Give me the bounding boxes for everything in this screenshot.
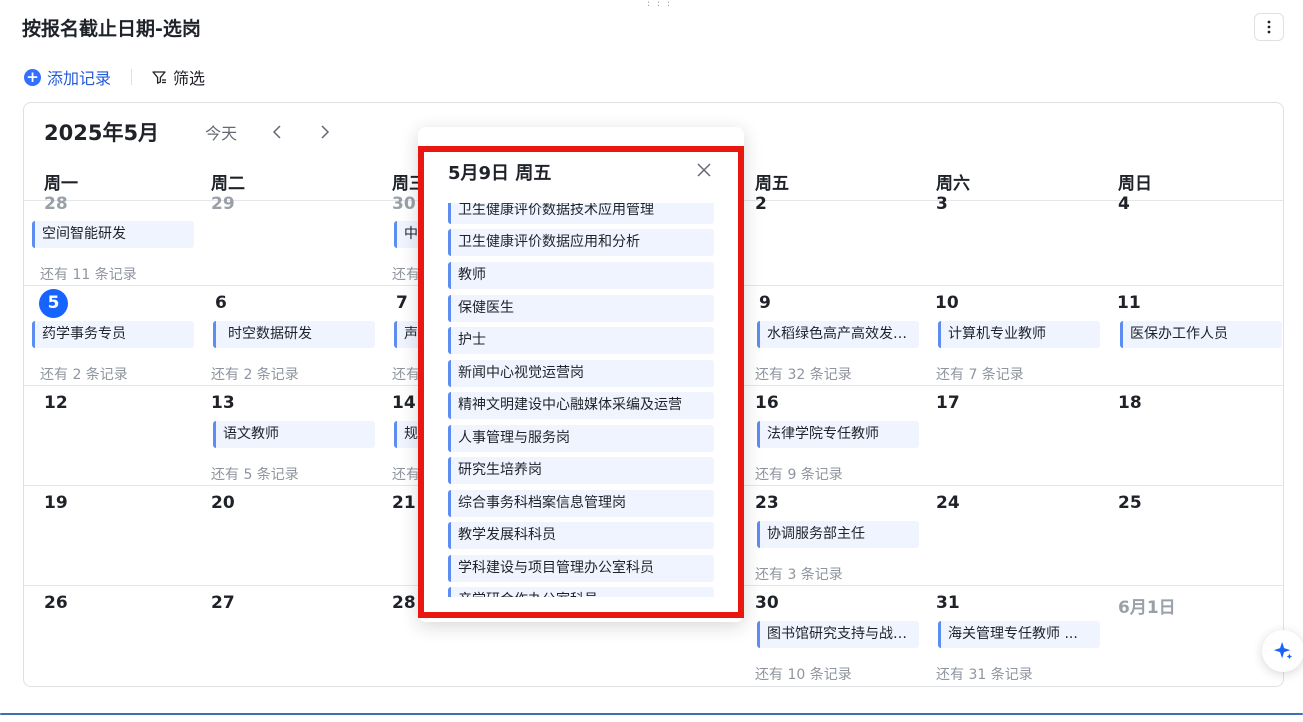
calendar-header: 2025年5月 今天 [44, 117, 335, 147]
event-item[interactable]: 计算机专业教师 [938, 321, 1100, 348]
day-number[interactable]: 10 [935, 293, 959, 313]
day-number[interactable]: 14 [392, 393, 416, 413]
event-item[interactable]: 药学事务专员 [32, 321, 194, 348]
day-number[interactable]: 20 [211, 493, 235, 513]
day-number[interactable]: 3 [936, 194, 948, 214]
popup-event-item[interactable]: 教师 [448, 262, 714, 289]
more-records-link[interactable]: 还有 32 条记录 [755, 364, 852, 384]
day-number[interactable]: 30 [755, 593, 779, 613]
plus-circle-icon: + [24, 68, 41, 86]
more-records-link[interactable]: 还有 10 条记录 [755, 664, 852, 684]
chevron-right-icon [321, 125, 330, 139]
popup-title: 5月9日 周五 [448, 163, 552, 184]
close-icon [697, 163, 711, 177]
view-title: 按报名截止日期-选岗 [22, 18, 201, 40]
day-number[interactable]: 18 [1118, 393, 1142, 413]
day-number[interactable]: 19 [44, 493, 68, 513]
popup-event-item[interactable]: 人事管理与服务岗 [448, 425, 714, 452]
popup-event-item[interactable]: 研究生培养岗 [448, 457, 714, 484]
add-record-button[interactable]: + 添加记录 [24, 65, 111, 89]
day-detail-popup: 5月9日 周五 卫生健康评价数据技术应用管理 卫生健康评价数据应用和分析 教师 … [418, 127, 744, 622]
next-month-button[interactable] [315, 122, 335, 142]
popup-event-list[interactable]: 卫生健康评价数据技术应用管理 卫生健康评价数据应用和分析 教师 保健医生 护士 … [448, 203, 714, 597]
day-number[interactable]: 21 [392, 493, 416, 513]
toolbar: + 添加记录 筛选 [24, 64, 205, 90]
day-number[interactable]: 13 [211, 393, 235, 413]
event-item[interactable]: 医保办工作人员 [1120, 321, 1282, 348]
sparkle-icon [1273, 641, 1293, 660]
more-records-link[interactable]: 还有 3 条记录 [755, 564, 843, 584]
popup-event-item[interactable]: 学科建设与项目管理办公室科员 [448, 555, 714, 582]
more-records-link[interactable]: 还有 11 条记录 [40, 264, 137, 284]
day-number[interactable]: 6 [215, 293, 227, 313]
more-records-link[interactable]: 还有 7 条记录 [936, 364, 1024, 384]
weekday-fri: 周五 [755, 174, 789, 194]
event-item[interactable]: 时空数据研发 [213, 321, 375, 348]
ai-assistant-button[interactable] [1262, 630, 1303, 672]
more-records-link[interactable]: 还有 5 条记录 [211, 464, 299, 484]
day-number-today[interactable]: 5 [39, 289, 68, 318]
month-label: 2025年5月 [44, 121, 160, 145]
popup-event-item[interactable]: 卫生健康评价数据应用和分析 [448, 229, 714, 256]
day-number[interactable]: 17 [936, 393, 960, 413]
more-records-link[interactable]: 还有 2 条记录 [40, 364, 128, 384]
more-records-link[interactable]: 还有 31 条记录 [936, 664, 1033, 684]
filter-icon [152, 71, 167, 84]
event-item[interactable]: 协调服务部主任 [757, 521, 919, 548]
weekday-mon: 周一 [44, 174, 78, 194]
popup-close-button[interactable] [696, 162, 712, 178]
weekday-sat: 周六 [936, 174, 970, 194]
more-vertical-icon [1267, 20, 1271, 34]
more-records-link[interactable]: 还有 [392, 364, 420, 384]
day-number[interactable]: 4 [1118, 194, 1130, 214]
popup-event-item[interactable]: 新闻中心视觉运营岗 [448, 360, 714, 387]
prev-month-button[interactable] [267, 122, 287, 142]
day-number[interactable]: 26 [44, 593, 68, 613]
more-records-link[interactable]: 还有 [392, 264, 420, 284]
day-number[interactable]: 28 [44, 194, 68, 214]
weekday-sun: 周日 [1118, 174, 1152, 194]
day-number[interactable]: 29 [211, 194, 235, 214]
day-number[interactable]: 25 [1118, 493, 1142, 513]
more-records-link[interactable]: 还有 9 条记录 [755, 464, 843, 484]
popup-event-item[interactable]: 产学研合作办公室科员 [448, 587, 714, 597]
event-item[interactable]: 语文教师 [213, 421, 375, 448]
day-number[interactable]: 6月1日 [1118, 593, 1176, 618]
popup-event-item[interactable]: 护士 [448, 327, 714, 354]
popup-event-item[interactable]: 综合事务科档案信息管理岗 [448, 490, 714, 517]
day-number[interactable]: 12 [44, 393, 68, 413]
filter-button[interactable]: 筛选 [151, 65, 205, 89]
more-options-button[interactable] [1254, 13, 1284, 41]
more-records-link[interactable]: 还有 2 条记录 [211, 364, 299, 384]
day-number[interactable]: 31 [936, 593, 960, 613]
popup-event-item[interactable]: 保健医生 [448, 295, 714, 322]
day-number[interactable]: 23 [755, 493, 779, 513]
event-item[interactable]: 图书馆研究支持与战略发展 [757, 621, 919, 648]
day-number[interactable]: 27 [211, 593, 235, 613]
add-record-label: 添加记录 [47, 69, 112, 88]
day-number[interactable]: 30 [392, 194, 416, 214]
day-number[interactable]: 16 [755, 393, 779, 413]
event-item[interactable]: 海关管理专任教师 ... [938, 621, 1100, 648]
toolbar-divider [131, 69, 133, 85]
bottom-border [0, 713, 1303, 715]
day-number[interactable]: 2 [755, 194, 767, 214]
weekday-tue: 周二 [211, 174, 245, 194]
day-number[interactable]: 11 [1117, 293, 1141, 313]
event-item[interactable]: 空间智能研发 [32, 221, 194, 248]
day-number[interactable]: 24 [936, 493, 960, 513]
popup-event-item[interactable]: 卫生健康评价数据技术应用管理 [448, 203, 714, 224]
event-item[interactable]: 水稻绿色高产高效发展研究 [757, 321, 919, 348]
day-number[interactable]: 7 [396, 293, 408, 313]
more-records-link[interactable]: 还有 [392, 464, 420, 484]
popup-event-item[interactable]: 精神文明建设中心融媒体采编及运营 [448, 392, 714, 419]
event-item[interactable]: 法律学院专任教师 [757, 421, 919, 448]
day-number[interactable]: 28 [392, 593, 416, 613]
today-button[interactable]: 今天 [205, 120, 237, 144]
drag-handle-icon[interactable]: ⋮⋮⋮ [644, 0, 673, 8]
popup-event-item[interactable]: 教学发展科科员 [448, 522, 714, 549]
chevron-left-icon [273, 125, 281, 139]
day-number[interactable]: 9 [759, 293, 771, 313]
filter-label: 筛选 [173, 69, 206, 88]
